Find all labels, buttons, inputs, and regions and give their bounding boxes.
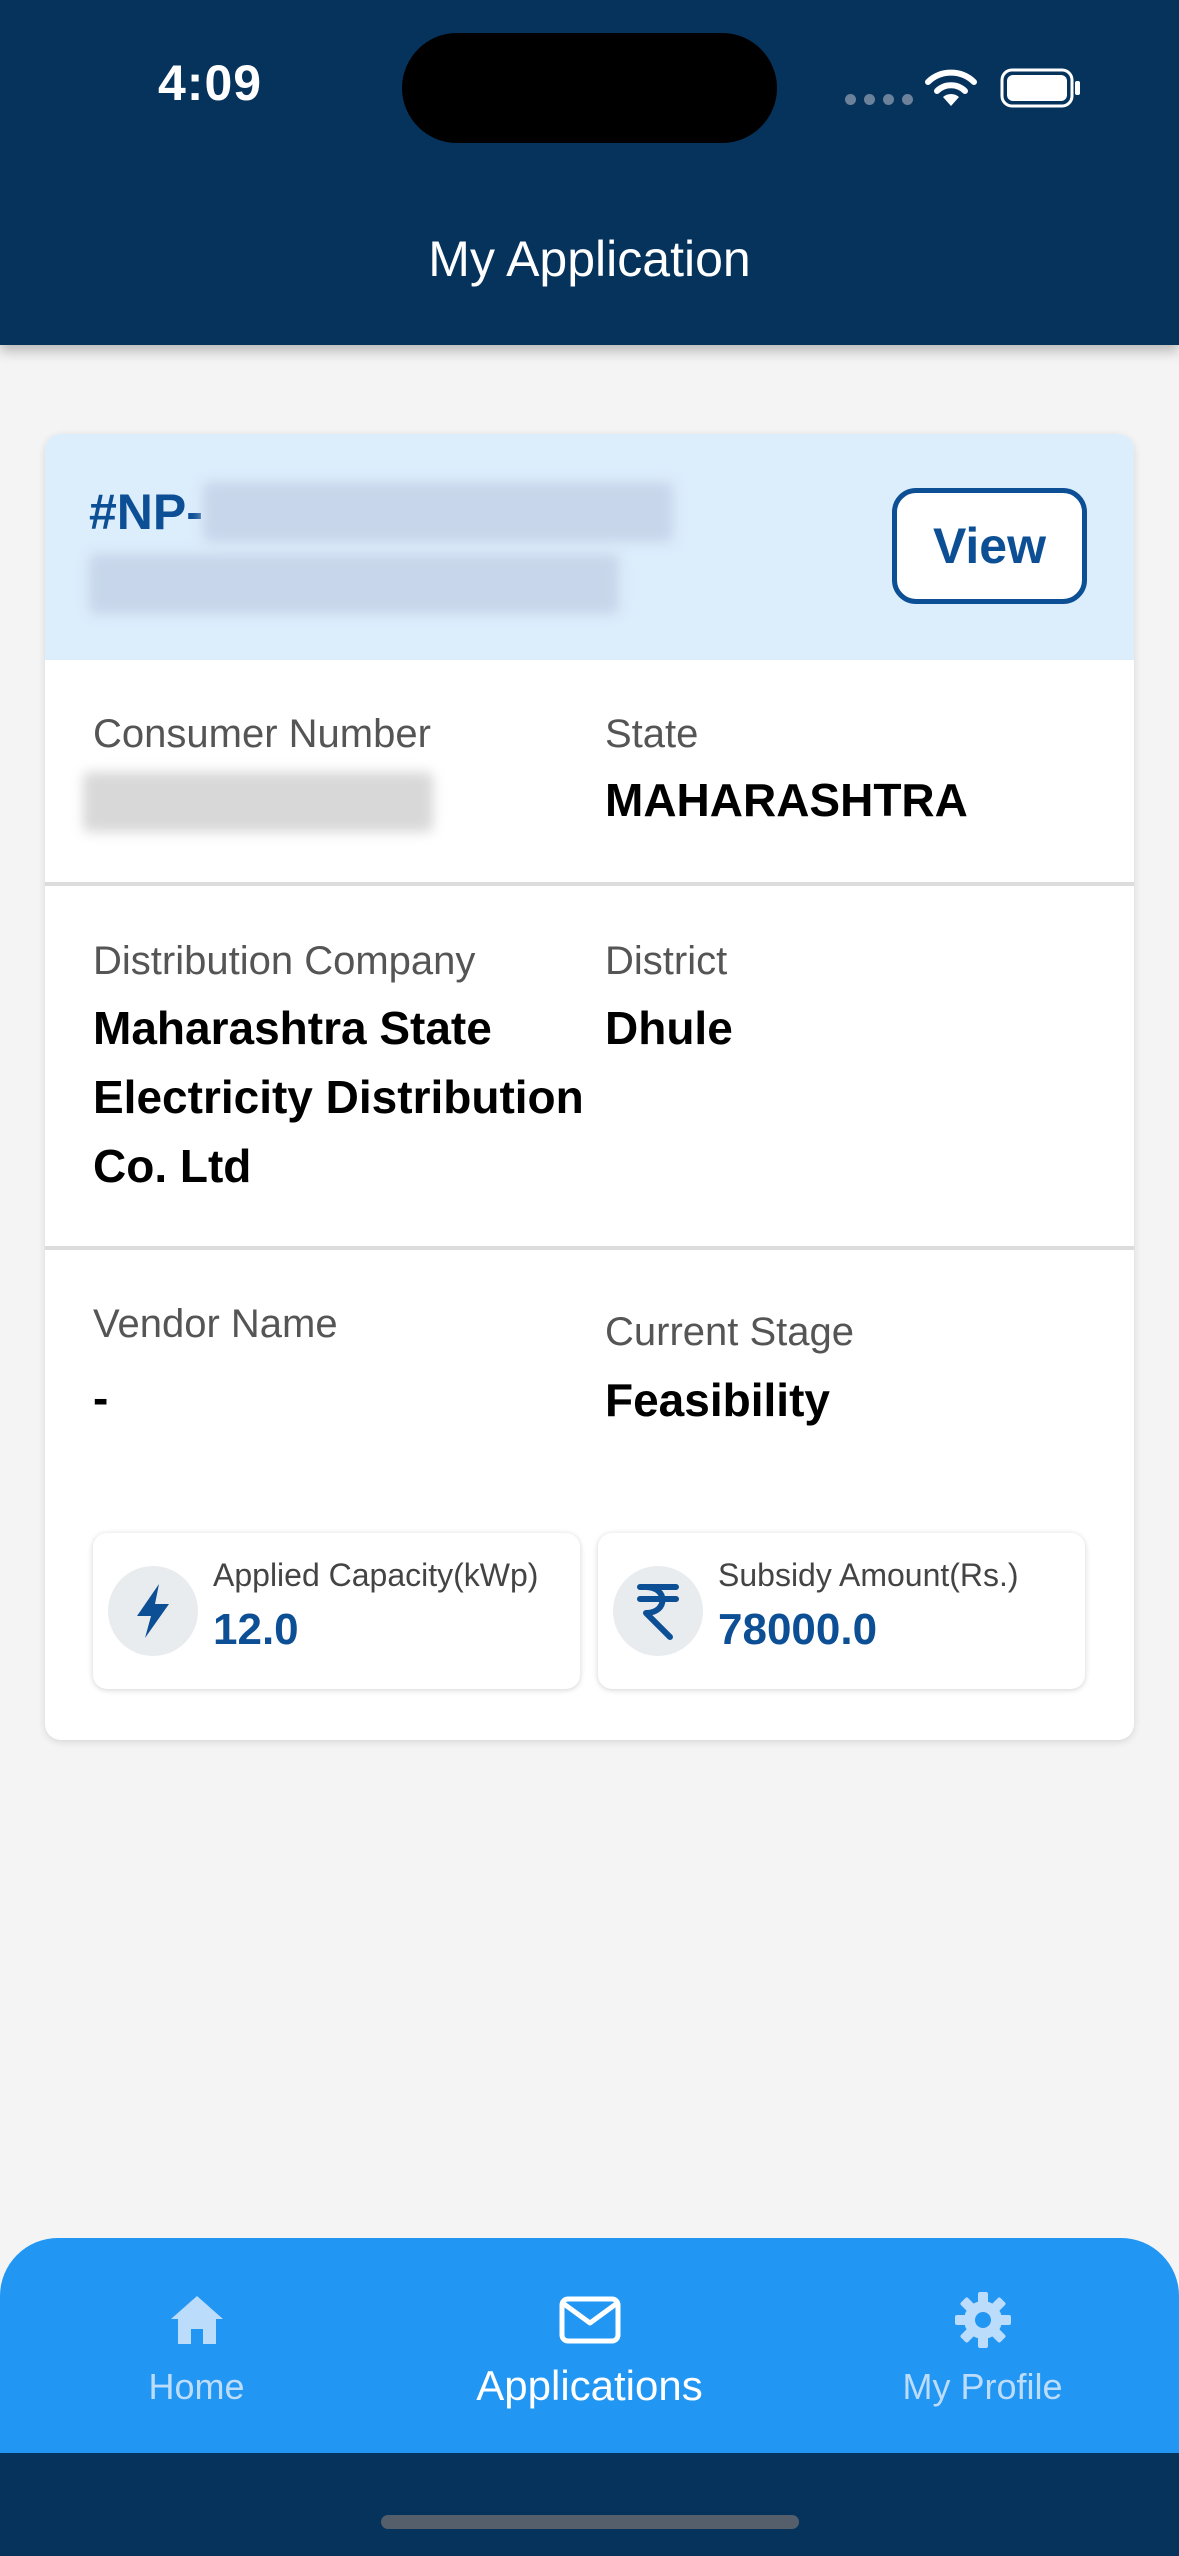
subsidy-amount-value: 78000.0 <box>718 1605 878 1654</box>
nav-label-home: Home <box>148 2366 245 2407</box>
redacted-consumer-number <box>83 772 433 832</box>
state-label: State <box>605 712 699 756</box>
home-icon <box>168 2290 226 2350</box>
gear-icon <box>953 2290 1013 2350</box>
redacted-application-id-line2 <box>89 554 619 614</box>
signal-icon <box>845 94 913 105</box>
view-button[interactable]: View <box>892 488 1087 604</box>
state-value: MAHARASHTRA <box>605 774 968 826</box>
nav-item-my-profile[interactable]: My Profile <box>786 2238 1179 2453</box>
dynamic-island <box>402 33 777 143</box>
bottom-nav: Home Applications My Profile <box>0 2238 1179 2453</box>
home-indicator[interactable] <box>381 2515 799 2529</box>
card-header: #NP- View <box>45 434 1134 660</box>
district-value: Dhule <box>605 1002 733 1054</box>
application-card: #NP- View Consumer Number State MAHARASH… <box>45 434 1134 1740</box>
nav-item-home[interactable]: Home <box>0 2238 393 2453</box>
distribution-company-value: Maharashtra State Electricity Distributi… <box>93 1002 584 1192</box>
consumer-number-label: Consumer Number <box>93 712 431 756</box>
battery-icon <box>1000 68 1080 108</box>
divider <box>45 882 1134 886</box>
lightning-icon <box>108 1566 198 1656</box>
divider <box>45 1246 1134 1250</box>
current-stage-value: Feasibility <box>605 1374 830 1426</box>
status-time: 4:09 <box>158 55 263 111</box>
distribution-company-label: Distribution Company <box>93 939 476 983</box>
page-title: My Application <box>428 231 751 287</box>
subsidy-amount-box: Subsidy Amount(Rs.) 78000.0 <box>598 1533 1085 1689</box>
app-header: 4:09 My Application <box>0 0 1179 345</box>
current-stage-label: Current Stage <box>605 1310 855 1354</box>
subsidy-amount-label: Subsidy Amount(Rs.) <box>718 1557 1019 1593</box>
applied-capacity-box: Applied Capacity(kWp) 12.0 <box>93 1533 580 1689</box>
application-id-prefix: #NP- <box>89 484 203 540</box>
wifi-icon <box>925 69 977 106</box>
applied-capacity-label: Applied Capacity(kWp) <box>213 1557 539 1593</box>
nav-label-my-profile: My Profile <box>902 2366 1063 2407</box>
vendor-name-value: - <box>93 1372 109 1424</box>
applied-capacity-value: 12.0 <box>213 1605 299 1654</box>
application-id: #NP- <box>89 482 673 542</box>
nav-item-applications[interactable]: Applications <box>393 2238 786 2453</box>
mail-icon <box>559 2290 621 2350</box>
home-indicator-area <box>0 2453 1179 2556</box>
redacted-application-id <box>202 482 673 542</box>
district-label: District <box>605 939 728 983</box>
rupee-icon <box>613 1566 703 1656</box>
nav-label-applications: Applications <box>476 2362 703 2409</box>
vendor-name-label: Vendor Name <box>93 1302 338 1346</box>
